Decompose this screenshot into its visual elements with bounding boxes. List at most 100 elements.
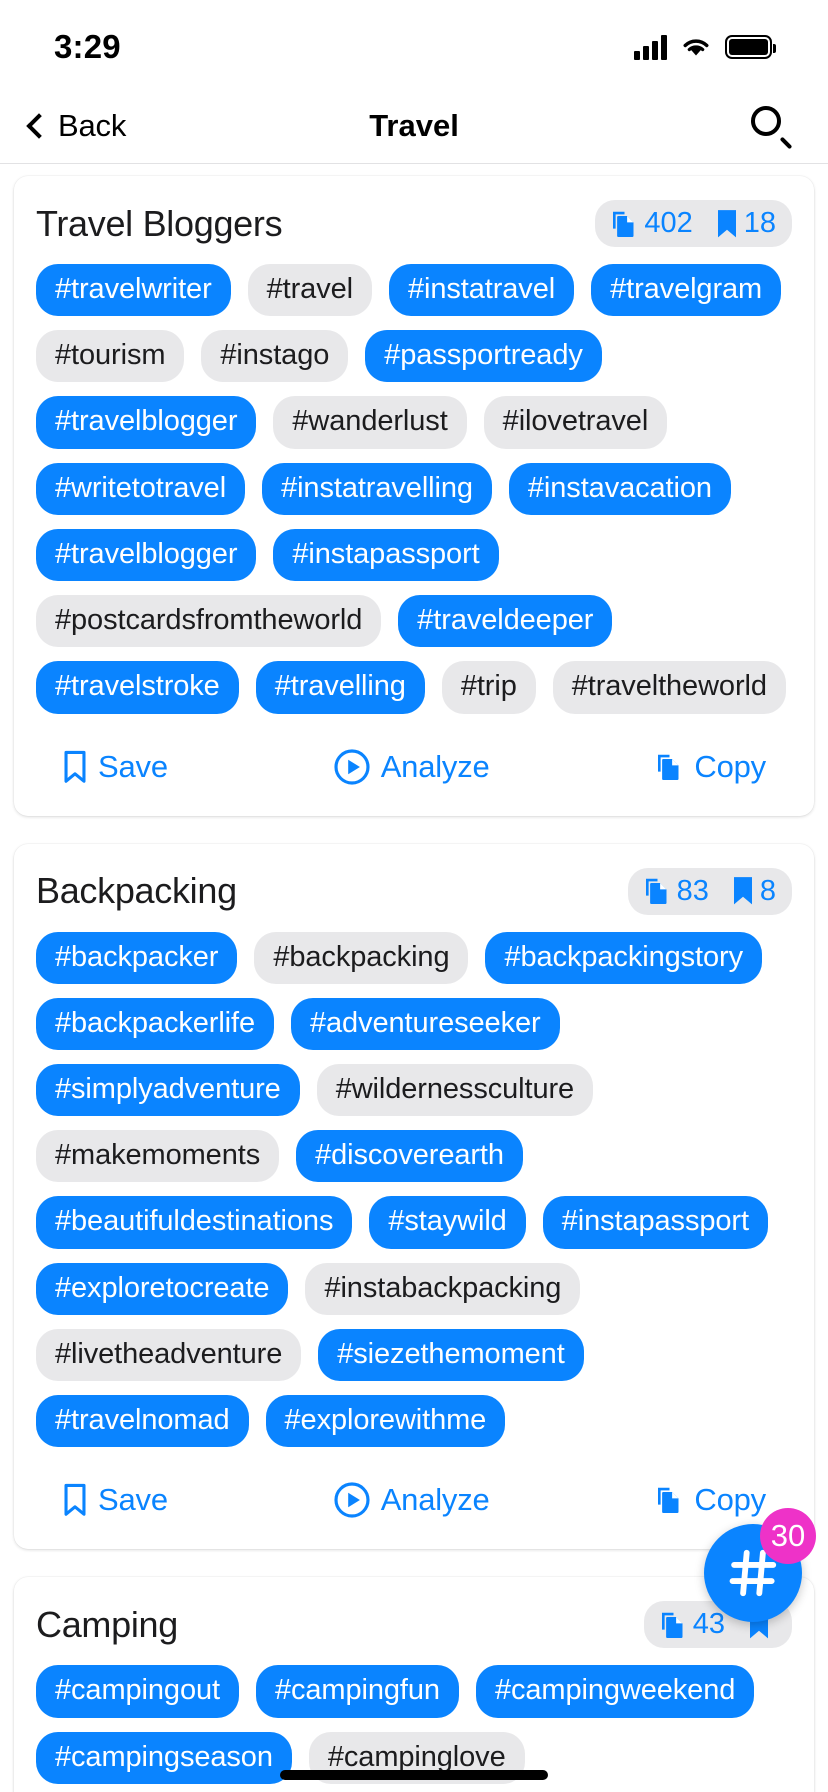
bookmark-filled-icon — [733, 877, 752, 905]
copy-count-value: 402 — [644, 207, 693, 239]
copy-button-label: Copy — [694, 1482, 766, 1518]
hashtag-pill[interactable]: #instatravelling — [262, 462, 492, 515]
card-title: Travel Bloggers — [36, 202, 283, 244]
hashtag-pill[interactable]: #simplyadventure — [36, 1063, 300, 1117]
hashtag-pill[interactable]: #instapassport — [273, 528, 499, 582]
saved-count-stat: 8 — [731, 875, 776, 908]
analyze-button[interactable]: Analyze — [333, 748, 490, 786]
hashtag-pill[interactable]: #livetheadventure — [36, 1328, 302, 1382]
hashtag-pill[interactable]: #backpackerlife — [36, 997, 274, 1050]
hashtag-pill[interactable]: #staywild — [369, 1196, 526, 1249]
hashtag-pill[interactable]: #travelgram — [591, 264, 782, 317]
hashtag-pill[interactable]: #backpacking — [254, 931, 469, 984]
play-circle-icon — [334, 1482, 370, 1518]
battery-full-icon — [725, 35, 776, 59]
copy-button-label: Copy — [694, 748, 766, 784]
hashtag-pill[interactable]: #travelnomad — [36, 1395, 249, 1448]
hashtag-pill[interactable]: #campingseason — [36, 1731, 292, 1784]
back-button-label: Back — [58, 107, 127, 143]
hashtag-pill[interactable]: #tourism — [36, 330, 185, 383]
hashtag-pill[interactable]: #wildernessculture — [316, 1063, 594, 1117]
copy-count-stat: 43 — [658, 1608, 725, 1641]
hashtag-pill[interactable]: #trip — [441, 661, 536, 714]
hashtag-pill[interactable]: #ilovetravel — [483, 396, 668, 449]
copy-icon — [658, 754, 679, 780]
card-action-bar: Save Analyze Copy — [36, 1453, 792, 1549]
home-indicator — [280, 1770, 548, 1780]
bookmark-outline-icon — [64, 750, 86, 783]
saved-count-value: 8 — [759, 874, 776, 907]
hashtag-pill[interactable]: #travelwriter — [36, 264, 231, 317]
card-stats-badge: 83 8 — [627, 867, 792, 915]
search-button[interactable] — [748, 103, 794, 149]
hashtag-pill[interactable]: #campingout — [36, 1665, 239, 1718]
hashtag-pill[interactable]: #travelling — [255, 661, 425, 714]
navigation-bar: Back Travel — [0, 88, 828, 164]
hashtag-pill[interactable]: #siezethemoment — [318, 1328, 584, 1382]
hashtag-pill[interactable]: #writetotravel — [36, 462, 246, 515]
status-bar: 3:29 — [0, 0, 828, 88]
chevron-left-icon — [26, 112, 52, 139]
copy-count-stat: 402 — [609, 207, 693, 240]
copy-count-value: 83 — [676, 874, 709, 907]
hashtag-group-card: Backpacking 83 8 #backpacker #backpacking #ba… — [14, 843, 814, 1550]
hashtag-fab-button[interactable]: 30 — [704, 1508, 816, 1622]
hashtag-pill[interactable]: #traveltheworld — [552, 661, 786, 714]
cellular-bars-icon — [634, 34, 667, 60]
hashtag-pill[interactable]: #instago — [201, 330, 349, 383]
hashtag-pill[interactable]: #travelblogger — [36, 528, 257, 582]
card-title: Camping — [36, 1603, 178, 1645]
hashtag-pill[interactable]: #campingfun — [255, 1665, 459, 1718]
saved-count-value: 18 — [743, 207, 776, 239]
hashtag-pill[interactable]: #travelstroke — [36, 661, 239, 714]
wifi-icon — [683, 39, 709, 56]
hashtag-list: #backpacker #backpacking #backpackingstory… — [36, 931, 792, 1454]
hashtag-pill[interactable]: #campingweekend — [475, 1665, 755, 1718]
copy-count-stat: 83 — [642, 875, 709, 908]
save-button-label: Save — [98, 1482, 168, 1518]
copy-button[interactable]: Copy — [654, 749, 766, 785]
hashtag-pill[interactable]: #backpacker — [36, 931, 238, 984]
back-button[interactable]: Back — [24, 108, 126, 144]
hashtag-pill[interactable]: #instatravel — [388, 264, 575, 317]
copy-button[interactable]: Copy — [654, 1482, 766, 1518]
saved-count-stat: 18 — [715, 207, 776, 240]
hashtag-pill[interactable]: #instapassport — [542, 1196, 768, 1249]
hashtag-pill[interactable]: #adventureseeker — [291, 997, 560, 1050]
card-stats-badge: 402 18 — [595, 200, 792, 247]
hashtag-pill[interactable]: #instavacation — [508, 462, 731, 515]
save-button[interactable]: Save — [62, 1482, 168, 1518]
hashtag-pill[interactable]: #explorewithme — [265, 1395, 506, 1448]
hashtag-list: #travelwriter #travel #instatravel #travelg… — [36, 264, 792, 720]
copy-icon — [613, 211, 634, 237]
card-title: Backpacking — [36, 870, 237, 912]
hashtag-pill[interactable]: #exploretocreate — [36, 1262, 289, 1315]
card-header: Travel Bloggers 402 18 — [36, 200, 792, 247]
bookmark-outline-icon — [64, 1484, 86, 1517]
fab-count-badge: 30 — [760, 1508, 816, 1564]
hashtag-pill[interactable]: #travel — [247, 264, 372, 317]
card-action-bar: Save Analyze Copy — [36, 720, 792, 816]
hashtag-pill[interactable]: #traveldeeper — [398, 595, 613, 648]
cards-scroll-area[interactable]: Travel Bloggers 402 18 #travelwriter #travel… — [0, 165, 828, 1792]
hashtag-pill[interactable]: #instabackpacking — [305, 1262, 581, 1315]
hashtag-pill[interactable]: #beautifuldestinations — [36, 1196, 353, 1249]
analyze-button-label: Analyze — [380, 1482, 490, 1518]
hashtag-pill[interactable]: #backpackingstory — [485, 931, 762, 984]
hashtag-pill[interactable]: #wanderlust — [273, 396, 467, 449]
bookmark-filled-icon — [717, 209, 736, 237]
hashtag-pill[interactable]: #postcardsfromtheworld — [36, 595, 382, 648]
app-screen: 3:29 Back Travel Travel Bloggers 402 18 #tr… — [0, 0, 828, 1792]
status-indicators — [634, 28, 776, 60]
hashtag-pill[interactable]: #travelblogger — [36, 396, 257, 449]
analyze-button-label: Analyze — [380, 748, 490, 784]
copy-icon — [661, 1612, 683, 1638]
hashtag-pill[interactable]: #discoverearth — [296, 1130, 523, 1183]
hashtag-group-card: Camping 43 #campingout #campingfun #campingw… — [14, 1577, 814, 1792]
play-circle-icon — [334, 748, 370, 785]
save-button[interactable]: Save — [62, 749, 168, 785]
hashtag-pill[interactable]: #makemoments — [36, 1130, 280, 1183]
copy-icon — [645, 878, 667, 905]
hashtag-pill[interactable]: #passportready — [365, 330, 602, 383]
analyze-button[interactable]: Analyze — [333, 1481, 490, 1519]
